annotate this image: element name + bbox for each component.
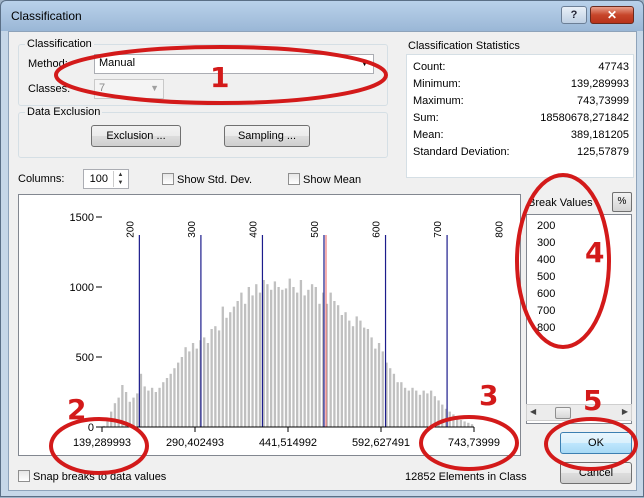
annotation-number: 5 [583, 384, 603, 417]
annotation-ellipse [419, 415, 519, 471]
classification-dialog: Classification ? ✕ Classification Method… [0, 0, 644, 497]
annotation-overlay [49, 45, 638, 475]
annotation-number: 3 [479, 379, 499, 412]
annotation-ellipse [544, 417, 638, 471]
annotation-number: 1 [210, 61, 230, 94]
annotation-number: 4 [585, 236, 605, 269]
annotation-ellipse [49, 417, 149, 475]
annotation-number: 2 [67, 393, 87, 426]
